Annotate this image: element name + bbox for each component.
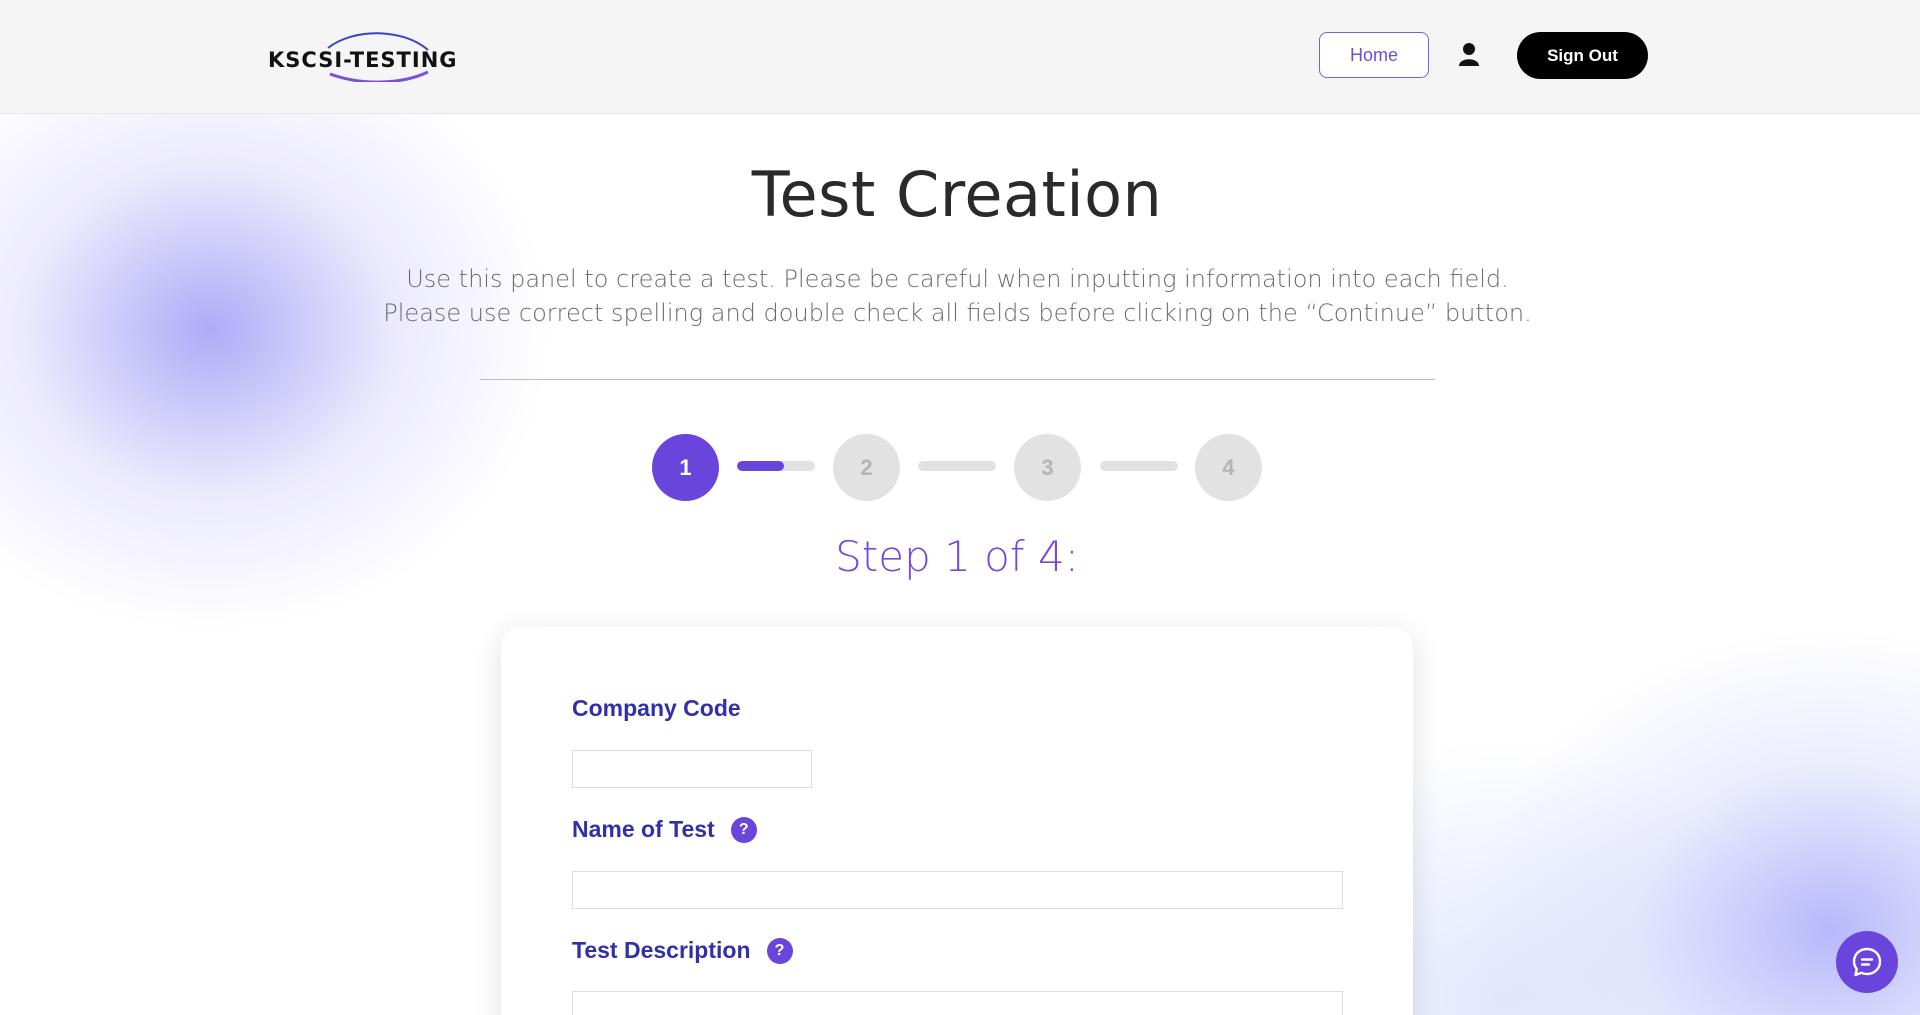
step-4-circle: 4 (1195, 434, 1262, 501)
divider (480, 379, 1435, 380)
user-icon[interactable] (1456, 41, 1482, 67)
sign-out-button[interactable]: Sign Out (1517, 32, 1648, 79)
test-description-input[interactable] (572, 991, 1343, 1015)
step-1-circle: 1 (652, 434, 719, 501)
home-button[interactable]: Home (1319, 32, 1429, 78)
top-nav-bar: KSCSI-TESTING Home Sign Out (0, 0, 1920, 114)
company-code-label: Company Code (572, 695, 741, 722)
step-1-progress-fill (737, 461, 784, 471)
step-label: Step 1 of 4: (835, 532, 1079, 581)
step-2-progress-bar (918, 461, 996, 471)
chat-button[interactable] (1836, 931, 1898, 993)
step-3-circle: 3 (1014, 434, 1081, 501)
step-3-progress-bar (1100, 461, 1178, 471)
help-question-icon[interactable]: ? (730, 816, 757, 843)
logo-text: KSCSI-TESTING (268, 48, 458, 72)
test-description-label: Test Description ? (572, 937, 793, 964)
step-2-circle: 2 (833, 434, 900, 501)
test-description-label-text: Test Description (572, 937, 751, 963)
chat-bubble-icon (1852, 947, 1882, 977)
name-of-test-label-text: Name of Test (572, 816, 715, 842)
name-of-test-input[interactable] (572, 871, 1343, 909)
test-form-card: Company Code Name of Test ? Test Descrip… (501, 627, 1413, 1015)
page-description: Use this panel to create a test. Please … (383, 265, 1532, 327)
company-code-label-text: Company Code (572, 695, 741, 721)
step-1-progress-bar (737, 461, 815, 471)
name-of-test-label: Name of Test ? (572, 816, 757, 843)
company-code-input[interactable] (572, 750, 812, 788)
help-question-icon[interactable]: ? (766, 937, 793, 964)
main-content: Test Creation Use this panel to create a… (0, 0, 1920, 1015)
page-title: Test Creation (751, 158, 1163, 231)
kscsi-testing-logo[interactable]: KSCSI-TESTING (268, 30, 458, 82)
